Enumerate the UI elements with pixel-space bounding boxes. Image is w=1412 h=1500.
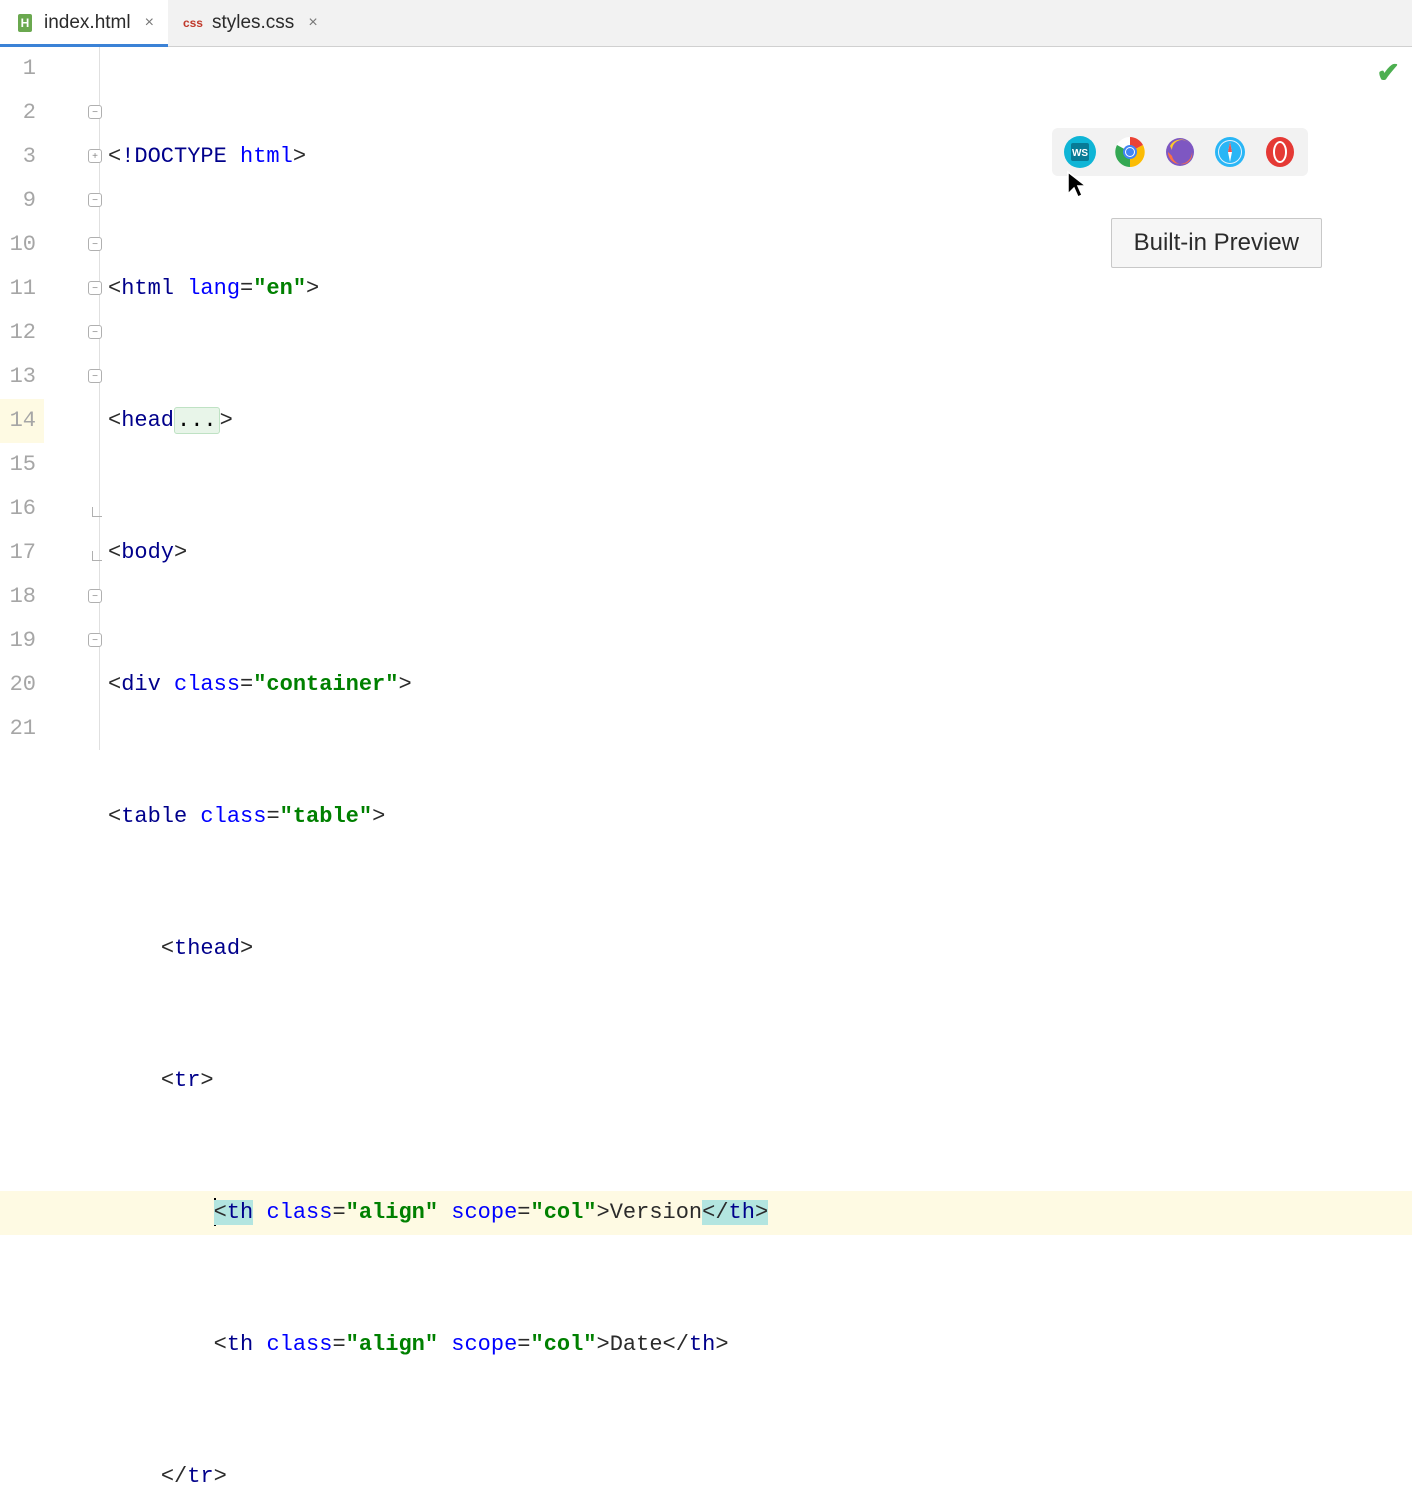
code-line: <head...>: [108, 399, 1412, 443]
code-line: <body>: [108, 531, 1412, 575]
close-icon[interactable]: ×: [139, 14, 154, 32]
close-icon[interactable]: ×: [302, 14, 317, 32]
tab-styles-css[interactable]: css styles.css ×: [168, 0, 332, 46]
tabs-bar: H index.html × css styles.css ×: [0, 0, 1412, 47]
code-line: <div class="container">: [108, 663, 1412, 707]
firefox-icon[interactable]: [1164, 136, 1196, 168]
browser-preview-bar: WS: [1052, 128, 1308, 176]
line-number-gutter: 1 2 3 9 10 11 12 13 14 15 16 17 18 19 20…: [0, 47, 44, 750]
tab-label: index.html: [44, 12, 131, 34]
opera-icon[interactable]: [1264, 136, 1296, 168]
code-line: <table class="table">: [108, 795, 1412, 839]
code-line: <html lang="en">: [108, 267, 1412, 311]
code-line-current: <th class="align" scope="col">Version</t…: [0, 1191, 1412, 1235]
safari-icon[interactable]: [1214, 136, 1246, 168]
html-file-icon: H: [14, 12, 36, 34]
code-line: <thead>: [108, 927, 1412, 971]
tab-label: styles.css: [212, 12, 294, 34]
css-file-icon: css: [182, 12, 204, 34]
fold-column: − + − − − − − − −: [44, 47, 100, 750]
inspection-ok-icon[interactable]: ✔: [1377, 56, 1400, 89]
code-line: <tr>: [108, 1059, 1412, 1103]
chrome-icon[interactable]: [1114, 136, 1146, 168]
svg-text:WS: WS: [1072, 148, 1088, 159]
tooltip: Built-in Preview: [1111, 218, 1322, 268]
code-line: </tr>: [108, 1455, 1412, 1499]
webstorm-preview-icon[interactable]: WS: [1064, 136, 1096, 168]
tooltip-text: Built-in Preview: [1134, 229, 1299, 256]
code-line: <th class="align" scope="col">Date</th>: [108, 1323, 1412, 1367]
tab-index-html[interactable]: H index.html ×: [0, 0, 168, 46]
